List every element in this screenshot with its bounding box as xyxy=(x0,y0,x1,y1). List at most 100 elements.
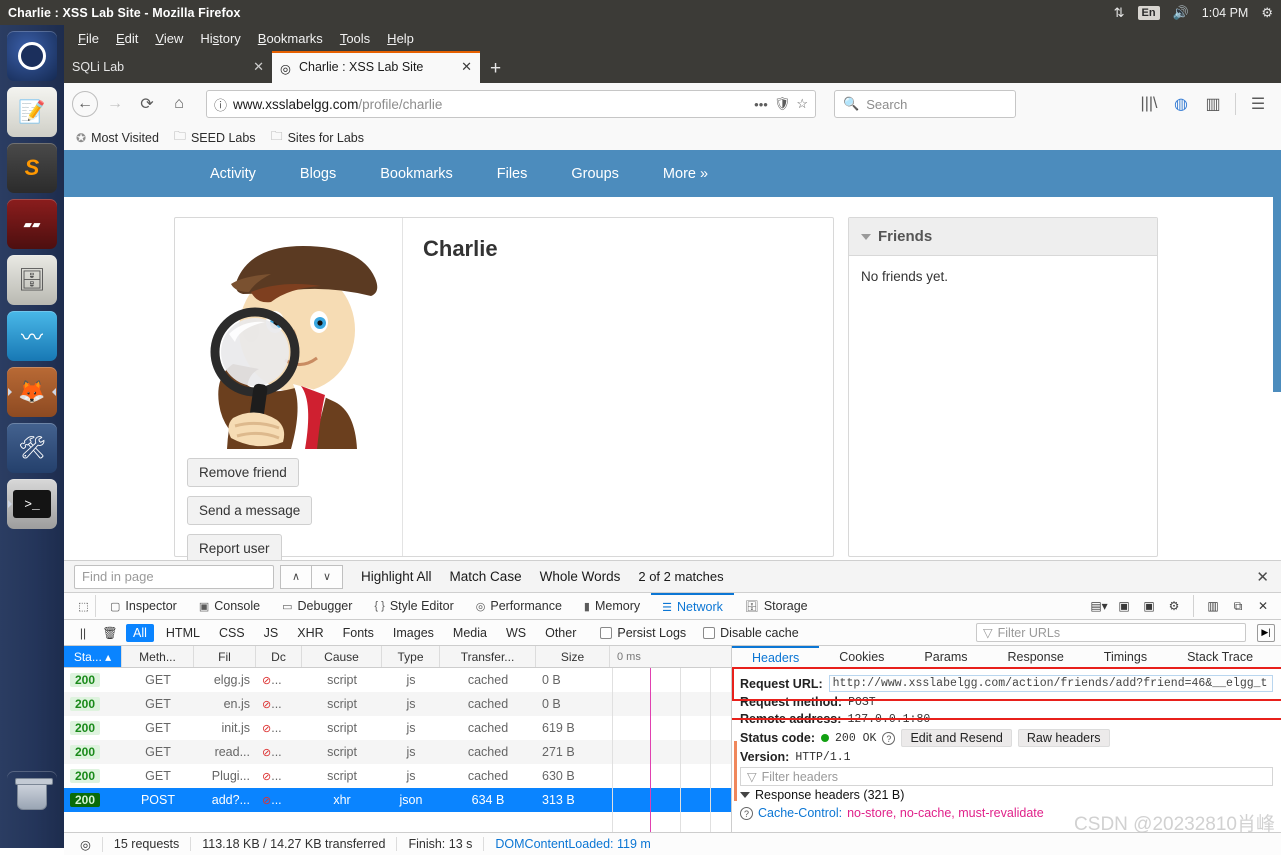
tab-inspector[interactable]: ▢ Inspector xyxy=(99,593,188,619)
close-icon[interactable]: ✕ xyxy=(1256,568,1269,586)
launcher-item-files[interactable]: 🗄 xyxy=(7,255,57,305)
gear-icon[interactable]: ⚙ xyxy=(1261,6,1273,19)
performance-analysis-icon[interactable]: ◎ xyxy=(72,836,103,852)
help-icon[interactable]: ? xyxy=(882,731,896,745)
column-header-domain[interactable]: Dc xyxy=(256,646,302,667)
help-icon[interactable]: ? xyxy=(740,806,753,820)
table-row[interactable]: 200 POST add?... ⊘... xhr json 634 B 313… xyxy=(64,788,731,812)
column-header-type[interactable]: Type xyxy=(382,646,440,667)
table-row[interactable]: 200 GET read... ⊘... script js cached 27… xyxy=(64,740,731,764)
detail-tab-stack-trace[interactable]: Stack Trace xyxy=(1167,650,1273,664)
new-tab-button[interactable]: + xyxy=(480,58,511,83)
menu-view[interactable]: View xyxy=(155,31,183,46)
filter-css[interactable]: CSS xyxy=(212,624,252,642)
column-header-method[interactable]: Meth... xyxy=(122,646,194,667)
filter-headers-input[interactable]: ▽ Filter headers xyxy=(740,767,1273,786)
report-user-button[interactable]: Report user xyxy=(187,534,282,560)
shield-icon[interactable]: 🛡 xyxy=(774,96,791,112)
launcher-item-firefox[interactable]: 🦊 xyxy=(7,367,57,417)
filter-ws[interactable]: WS xyxy=(499,624,533,642)
friends-widget-header[interactable]: Friends xyxy=(849,218,1157,256)
back-button[interactable]: ← xyxy=(72,91,98,117)
tab-style-editor[interactable]: { } Style Editor xyxy=(363,593,464,619)
launcher-item-terminal[interactable]: >_ xyxy=(7,479,57,529)
launcher-item-wireshark[interactable]: 〰 xyxy=(7,311,57,361)
chevron-down-icon[interactable] xyxy=(861,233,871,240)
volume-icon[interactable]: 🔊 xyxy=(1173,6,1189,19)
nav-item-blogs[interactable]: Blogs xyxy=(278,166,358,182)
send-a-message-button[interactable]: Send a message xyxy=(187,496,313,525)
find-input[interactable]: Find in page xyxy=(74,564,274,589)
find-previous-button[interactable]: ∧ xyxy=(280,564,312,589)
tab-debugger[interactable]: ▭ Debugger xyxy=(271,593,363,619)
column-header-status[interactable]: Sta... ▴ xyxy=(64,646,122,667)
nav-item-bookmarks[interactable]: Bookmarks xyxy=(358,166,475,182)
reload-button[interactable]: ⟳ xyxy=(132,89,162,119)
avatar[interactable] xyxy=(187,232,391,449)
pause-recording-icon[interactable]: || xyxy=(72,622,94,644)
detail-tab-response[interactable]: Response xyxy=(988,650,1084,664)
element-picker-icon[interactable]: ⬚ xyxy=(72,595,96,617)
menu-bookmarks[interactable]: Bookmarks xyxy=(258,31,323,46)
detail-tab-cookies[interactable]: Cookies xyxy=(819,650,904,664)
tab-memory[interactable]: ▮ Memory xyxy=(573,593,651,619)
sidebar-icon[interactable]: ▥ xyxy=(1198,89,1228,119)
nav-item-more[interactable]: More » xyxy=(641,166,730,182)
match-case-button[interactable]: Match Case xyxy=(450,569,522,584)
filter-js[interactable]: JS xyxy=(257,624,286,642)
page-actions-icon[interactable]: ••• xyxy=(754,97,768,112)
table-row[interactable]: 200 GET en.js ⊘... script js cached 0 B xyxy=(64,692,731,716)
whole-words-button[interactable]: Whole Words xyxy=(540,569,621,584)
chevron-down-icon[interactable] xyxy=(740,792,750,798)
filter-fonts[interactable]: Fonts xyxy=(336,624,381,642)
page-info-icon[interactable]: ⓘ xyxy=(214,95,227,114)
launcher-item-terminator[interactable]: ▰▰ xyxy=(7,199,57,249)
detail-tab-timings[interactable]: Timings xyxy=(1084,650,1167,664)
responsive-design-mode-icon[interactable]: ▤▾ xyxy=(1088,595,1110,617)
menu-history[interactable]: History xyxy=(200,31,240,46)
column-header-file[interactable]: Fil xyxy=(194,646,256,667)
network-icon[interactable]: ⇅ xyxy=(1114,6,1125,19)
home-button[interactable]: ⌂ xyxy=(164,89,194,119)
close-icon[interactable]: ✕ xyxy=(1252,595,1274,617)
tab-performance[interactable]: ◎ Performance xyxy=(465,593,573,619)
launcher-item-trash[interactable] xyxy=(7,771,57,821)
column-header-size[interactable]: Size xyxy=(536,646,610,667)
nav-item-files[interactable]: Files xyxy=(475,166,550,182)
account-icon[interactable]: ◍ xyxy=(1166,89,1196,119)
library-icon[interactable]: |||\ xyxy=(1134,89,1164,119)
filter-urls-input[interactable]: ▽ Filter URLs xyxy=(976,623,1246,642)
tab-sqli-lab[interactable]: SQLi Lab ✕ xyxy=(64,51,272,83)
bookmark-star-icon[interactable]: ☆ xyxy=(796,96,808,112)
dock-side-icon[interactable]: ▥ xyxy=(1202,595,1224,617)
table-row[interactable]: 200 GET Plugi... ⊘... script js cached 6… xyxy=(64,764,731,788)
launcher-item-sublime-text[interactable]: S xyxy=(7,143,57,193)
toggle-detail-pane-icon[interactable]: ▶| xyxy=(1257,623,1275,642)
search-bar[interactable]: 🔍 Search xyxy=(834,90,1016,118)
raw-headers-button[interactable]: Raw headers xyxy=(1017,729,1110,747)
detail-tab-params[interactable]: Params xyxy=(904,650,987,664)
table-row[interactable]: 200 GET init.js ⊘... script js cached 61… xyxy=(64,716,731,740)
filter-all[interactable]: All xyxy=(126,623,154,642)
filter-images[interactable]: Images xyxy=(386,624,441,642)
filter-other[interactable]: Other xyxy=(538,624,583,642)
column-header-cause[interactable]: Cause xyxy=(302,646,382,667)
bookmark-sites-for-labs[interactable]: 🗀 Sites for Labs xyxy=(271,127,364,148)
highlight-all-button[interactable]: Highlight All xyxy=(361,569,432,584)
table-row[interactable]: 200 GET elgg.js ⊘... script js cached 0 … xyxy=(64,668,731,692)
tab-network[interactable]: ☰ Network xyxy=(651,592,734,620)
filter-media[interactable]: Media xyxy=(446,624,494,642)
dock-window-icon[interactable]: ⧉ xyxy=(1227,595,1249,617)
bookmark-most-visited[interactable]: ✪ Most Visited xyxy=(76,131,159,145)
menu-help[interactable]: Help xyxy=(387,31,414,46)
tab-charlie-xss-lab-site[interactable]: ◎ Charlie : XSS Lab Site ✕ xyxy=(272,51,480,83)
menu-file[interactable]: File xyxy=(78,31,99,46)
response-headers-section[interactable]: Response headers (321 B) xyxy=(740,788,1273,802)
screenshot-icon[interactable]: ▣ xyxy=(1138,595,1160,617)
tab-console[interactable]: ▣ Console xyxy=(188,593,271,619)
remove-friend-button[interactable]: Remove friend xyxy=(187,458,299,487)
tab-storage[interactable]: 🗄 Storage xyxy=(734,593,819,619)
menu-tools[interactable]: Tools xyxy=(340,31,370,46)
url-bar[interactable]: ⓘ www.xsslabelgg.com/profile/charlie •••… xyxy=(206,90,816,118)
menu-edit[interactable]: Edit xyxy=(116,31,138,46)
